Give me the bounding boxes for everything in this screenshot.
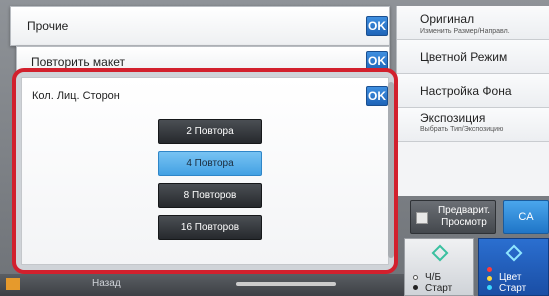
home-icon[interactable] (6, 278, 20, 290)
preview-button[interactable]: Предварит. Просмотр (410, 200, 496, 234)
dialog-title: Кол. Лиц. Сторон (32, 90, 120, 102)
menu-background[interactable]: Настройка Фона (397, 74, 549, 108)
menu-original-label: Оригинал (420, 12, 475, 26)
menu-exposure-label: Экспозиция (420, 111, 486, 125)
color-diamond-icon (505, 244, 523, 262)
page-slider[interactable] (236, 282, 336, 286)
menu-original-sub: Изменить Размер/Направл. (420, 28, 510, 35)
color-yellow-dot-icon (487, 276, 492, 281)
bw-start-line1: Ч/Б (425, 272, 442, 283)
scrollbar[interactable] (388, 82, 394, 258)
option-16-repeats[interactable]: 16 Повторов (158, 215, 262, 240)
dialog-ok-button[interactable]: OK (366, 86, 388, 106)
color-cyan-dot-icon (487, 285, 492, 290)
color-start-line1: Цвет (499, 272, 522, 283)
start-diamond-icon (431, 244, 449, 262)
menu-original[interactable]: Оригинал Изменить Размер/Направл. (397, 6, 549, 40)
scrollbar-thumb[interactable] (388, 82, 394, 258)
bw-indicator-icon (413, 275, 418, 280)
panel-other: Прочие OK (10, 6, 390, 46)
option-8-repeats[interactable]: 8 Повторов (158, 183, 262, 208)
color-start-button[interactable]: Цвет Старт (478, 238, 549, 296)
color-start-line2: Старт (499, 283, 527, 294)
panel-other-title: Прочие (27, 19, 69, 33)
option-4-repeats[interactable]: 4 Повтора (158, 151, 262, 176)
menu-exposure-sub: Выбрать Тип/Экспозицию (420, 126, 504, 133)
sides-count-dialog: Кол. Лиц. Сторон OK 2 Повтора 4 Повтора … (12, 68, 398, 274)
right-menu: Оригинал Изменить Размер/Направл. Цветно… (396, 6, 549, 196)
menu-background-label: Настройка Фона (420, 84, 512, 98)
preview-icon (416, 212, 428, 224)
preview-label: Предварит. Просмотр (433, 205, 495, 229)
menu-exposure[interactable]: Экспозиция Выбрать Тип/Экспозицию (397, 108, 549, 142)
menu-color-mode[interactable]: Цветной Режим (397, 40, 549, 74)
bottom-bar (0, 274, 404, 296)
bw-indicator-dot-icon (413, 285, 418, 290)
panel-other-ok-button[interactable]: OK (366, 16, 388, 36)
color-red-dot-icon (487, 267, 492, 272)
preview-label-line2: Просмотр (441, 217, 487, 228)
preview-label-line1: Предварит. (437, 205, 491, 216)
bw-start-line2: Старт (425, 283, 453, 294)
panel-repeat-layout-title: Повторить макет (31, 55, 125, 69)
dialog-body: Кол. Лиц. Сторон OK 2 Повтора 4 Повтора … (21, 77, 389, 265)
bw-start-button[interactable]: Ч/Б Старт (404, 238, 474, 296)
option-2-repeats[interactable]: 2 Повтора (158, 119, 262, 144)
ca-button[interactable]: CA (503, 200, 549, 234)
menu-color-mode-label: Цветной Режим (420, 50, 508, 64)
back-button[interactable]: Назад (92, 278, 121, 289)
